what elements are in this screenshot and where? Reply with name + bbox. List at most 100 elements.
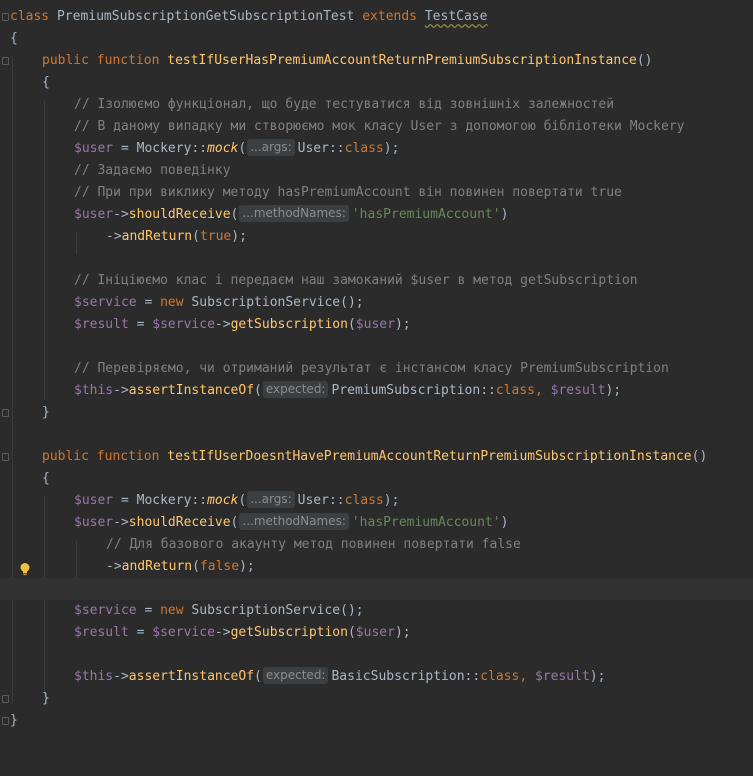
code-line: $service = new SubscriptionService(); (0, 292, 753, 314)
keyword-public: public (42, 449, 89, 464)
static-method: mock (207, 141, 239, 156)
keyword-class: class (495, 383, 535, 398)
method-call: shouldReceive (128, 515, 231, 530)
code-line: $service = new SubscriptionService(); (0, 600, 753, 622)
string-literal: 'hasPremiumAccount' (351, 207, 501, 222)
code-line: public function testIfUserHasPremiumAcco… (0, 50, 753, 72)
variable: $this (74, 383, 114, 398)
parens: () (691, 449, 708, 464)
variable: $user (74, 207, 114, 222)
keyword-extends: extends (362, 9, 418, 24)
code-line: class PremiumSubscriptionGetSubscription… (0, 6, 753, 28)
variable: $service (152, 625, 215, 640)
paren: ( (192, 559, 200, 574)
method-name[interactable]: testIfUserDoesntHavePremiumAccountReturn… (167, 449, 691, 464)
paren: ( (254, 669, 262, 684)
method-name[interactable]: testIfUserHasPremiumAccountReturnPremium… (167, 53, 637, 68)
operator: :: (328, 493, 345, 508)
code-line: } (0, 402, 753, 424)
code-comment: // Ізолюємо функціонал, що буде тестуват… (74, 97, 615, 112)
code-comment: // При при виклику методу hasPremiumAcco… (74, 185, 622, 200)
operator: -> (113, 383, 129, 398)
class-ref: Mockery (136, 493, 192, 508)
brace: { (10, 31, 18, 46)
operator: :: (191, 493, 208, 508)
operator: -> (214, 625, 231, 640)
operator: :: (464, 669, 481, 684)
paren: ); (394, 317, 411, 332)
parameter-hint: ...methodNames: (239, 513, 349, 530)
keyword-class: class (10, 9, 50, 24)
paren: ( (347, 625, 356, 640)
operator: = (113, 141, 137, 156)
operator: :: (480, 383, 496, 398)
code-line: // Ізолюємо функціонал, що буде тестуват… (0, 94, 753, 116)
code-line: ->andReturn(false); (0, 556, 753, 578)
code-line: // В даному випадку ми створюємо мок кла… (0, 116, 753, 138)
paren: ); (239, 559, 255, 574)
paren: ( (238, 141, 247, 156)
method-call: assertInstanceOf (128, 383, 255, 398)
code-line: $result = $service->getSubscription($use… (0, 314, 753, 336)
paren: ); (605, 383, 622, 398)
code-line: $user->shouldReceive(...methodNames:'has… (0, 512, 753, 534)
operator: :: (191, 141, 208, 156)
paren: ); (231, 229, 247, 244)
operator: = (136, 295, 161, 310)
paren: ( (230, 515, 239, 530)
code-line: ->andReturn(true); (0, 226, 753, 248)
paren: (); (340, 603, 364, 618)
class-name: PremiumSubscriptionGetSubscriptionTest (56, 9, 355, 24)
class-ref: Mockery (136, 141, 192, 156)
parameter-hint: ...methodNames: (239, 205, 349, 222)
method-call: assertInstanceOf (128, 669, 255, 684)
paren: ); (394, 625, 411, 640)
keyword-function: function (96, 53, 160, 68)
current-line-highlight[interactable] (0, 578, 753, 600)
paren: (); (340, 295, 364, 310)
operator: = (128, 317, 153, 332)
parameter-hint: expected: (262, 667, 329, 684)
variable: $user (355, 625, 395, 640)
parameter-hint: expected: (262, 381, 329, 398)
code-line: $user->shouldReceive(...methodNames:'has… (0, 204, 753, 226)
operator: -> (113, 207, 129, 222)
code-line: // При при виклику методу hasPremiumAcco… (0, 182, 753, 204)
parens: () (636, 53, 653, 68)
operator: -> (106, 229, 122, 244)
paren: ( (192, 229, 200, 244)
code-line: { (0, 468, 753, 490)
brace: { (42, 471, 50, 486)
paren: ); (383, 493, 400, 508)
operator: = (128, 625, 153, 640)
operator: = (136, 603, 161, 618)
variable: $service (74, 295, 137, 310)
code-line: $this->assertInstanceOf(expected: Premium… (0, 380, 753, 402)
paren: ) (500, 207, 509, 222)
variable: $this (74, 669, 114, 684)
keyword-true: true (199, 229, 232, 244)
brace: { (42, 75, 50, 90)
code-comment: // В даному випадку ми створюємо мок кла… (74, 119, 685, 134)
method-call: getSubscription (230, 317, 348, 332)
variable: $user (74, 141, 114, 156)
comma: , (535, 383, 551, 398)
variable: $user (74, 515, 114, 530)
keyword-new: new (160, 295, 184, 310)
method-call: andReturn (121, 559, 193, 574)
class-ref: BasicSubscription (331, 669, 465, 684)
code-line: // Задаємо поведінку (0, 160, 753, 182)
parameter-hint: ...args: (247, 491, 295, 508)
method-call: getSubscription (230, 625, 348, 640)
operator: -> (113, 515, 129, 530)
operator: -> (113, 669, 129, 684)
comma: , (519, 669, 535, 684)
code-line: } (0, 688, 753, 710)
variable: $service (152, 317, 215, 332)
parent-class-name[interactable]: TestCase (425, 9, 488, 24)
operator: -> (106, 559, 122, 574)
paren: ); (383, 141, 400, 156)
variable: $service (74, 603, 137, 618)
code-editor[interactable]: class PremiumSubscriptionGetSubscription… (0, 0, 753, 738)
code-line: // Перевіряємо, чи отриманий результат є… (0, 358, 753, 380)
